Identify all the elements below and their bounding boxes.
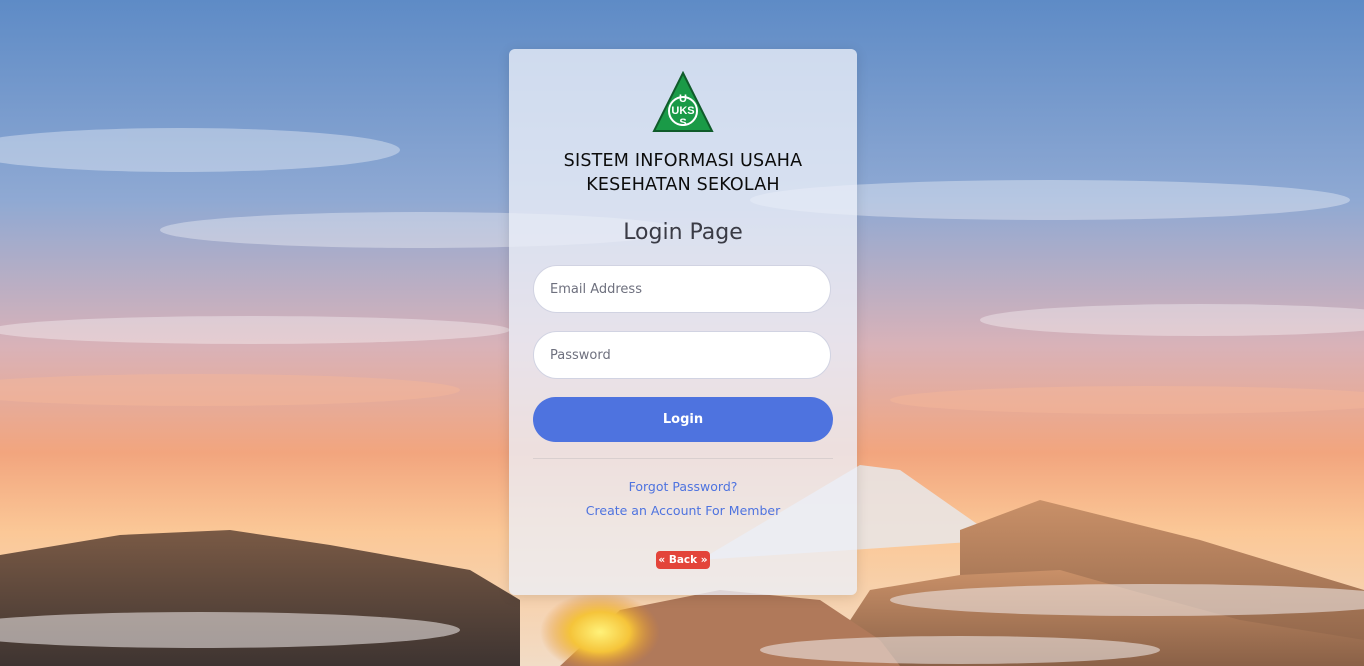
login-button[interactable]: Login [533,397,833,442]
back-button[interactable]: « Back » [656,551,710,569]
svg-text:UKS: UKS [671,105,694,117]
forgot-password-link[interactable]: Forgot Password? [509,479,857,494]
uks-logo-icon: U UKS S [652,70,714,133]
app-title: SISTEM INFORMASI USAHA KESEHATAN SEKOLAH [509,149,857,197]
email-field[interactable] [533,265,831,313]
create-account-link[interactable]: Create an Account For Member [509,503,857,518]
login-card: U UKS S SISTEM INFORMASI USAHA KESEHATAN… [509,49,857,595]
divider [533,458,833,459]
svg-text:U: U [679,93,687,105]
svg-text:S: S [679,117,686,129]
app-title-line2: KESEHATAN SEKOLAH [586,175,780,195]
app-title-line1: SISTEM INFORMASI USAHA [563,151,803,171]
page-title: Login Page [623,220,743,245]
password-field[interactable] [533,331,831,379]
